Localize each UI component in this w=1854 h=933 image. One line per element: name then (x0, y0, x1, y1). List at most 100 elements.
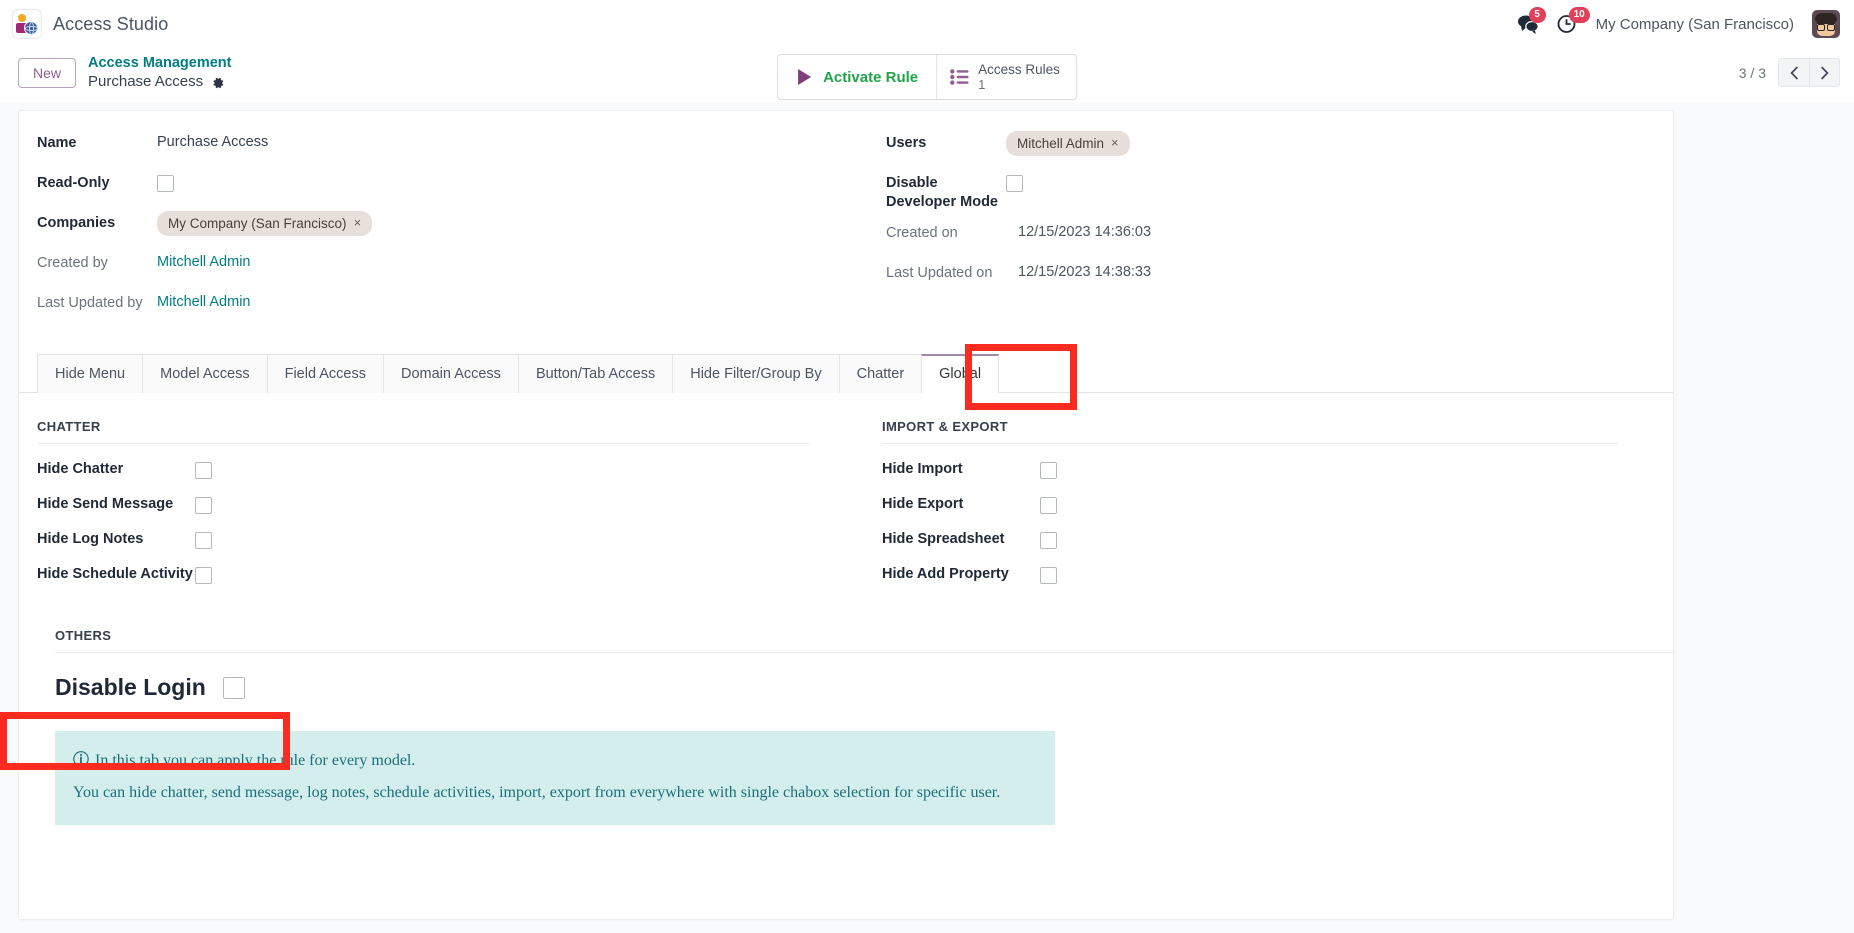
field-last-updated-by-label: Last Updated by (37, 291, 157, 314)
users-tag-label: Mitchell Admin (1017, 134, 1104, 154)
alert-line-1: ⓘ In this tab you can apply the rule for … (73, 745, 1037, 777)
alert-line-2: You can hide chatter, send message, log … (73, 777, 1037, 809)
disable-login-checkbox[interactable] (223, 677, 245, 699)
form-column-right: Users Mitchell Admin × Disable Developer… (846, 127, 1655, 327)
field-hide-chatter: Hide Chatter (37, 458, 810, 493)
hide-add-property-checkbox[interactable] (1040, 567, 1057, 584)
alert-text-1: In this tab you can apply the rule for e… (95, 752, 415, 769)
notebook-tabs: Hide Menu Model Access Field Access Doma… (19, 353, 1673, 393)
created-on-value: 12/15/2023 14:36:03 (1018, 221, 1151, 240)
chevron-right-icon (1820, 66, 1829, 80)
access-rules-stat-button[interactable]: Access Rules 1 (937, 55, 1076, 99)
tab-chatter[interactable]: Chatter (839, 354, 923, 393)
form-column-left: Name Purchase Access Read-Only Companies… (37, 127, 846, 327)
hide-send-message-checkbox[interactable] (195, 497, 212, 514)
hide-spreadsheet-label: Hide Spreadsheet (882, 528, 1040, 547)
hide-import-checkbox[interactable] (1040, 462, 1057, 479)
tab-model-access[interactable]: Model Access (142, 354, 267, 393)
field-read-only-label: Read-Only (37, 171, 157, 194)
app-title: Access Studio (53, 14, 168, 35)
breadcrumb-parent-link[interactable]: Access Management (88, 54, 231, 72)
hide-add-property-label: Hide Add Property (882, 563, 1040, 582)
companies-tag[interactable]: My Company (San Francisco) × (157, 211, 372, 237)
messages-button[interactable]: 5 (1517, 14, 1539, 34)
hide-log-notes-checkbox[interactable] (195, 532, 212, 549)
tab-field-access[interactable]: Field Access (267, 354, 384, 393)
navbar-right: 5 10 My Company (San Francisco) (1517, 10, 1840, 38)
hide-import-label: Hide Import (882, 458, 1040, 477)
last-updated-by-value[interactable]: Mitchell Admin (157, 291, 250, 310)
tab-hide-filter-group-by[interactable]: Hide Filter/Group By (672, 354, 839, 393)
activate-rule-button[interactable]: Activate Rule (778, 55, 937, 99)
tab-button-tab-access[interactable]: Button/Tab Access (518, 354, 673, 393)
field-hide-send-message: Hide Send Message (37, 493, 810, 528)
others-section-title: OTHERS (55, 628, 1675, 653)
pager-next-button[interactable] (1809, 58, 1840, 87)
last-updated-on-value: 12/15/2023 14:38:33 (1018, 261, 1151, 280)
field-disable-developer-mode: Disable Developer Mode (886, 167, 1625, 217)
companies-tag-remove-icon[interactable]: × (354, 214, 362, 233)
field-companies-label: Companies (37, 211, 157, 234)
field-name: Name Purchase Access (37, 127, 816, 167)
hide-export-checkbox[interactable] (1040, 497, 1057, 514)
hide-chatter-checkbox[interactable] (195, 462, 212, 479)
play-icon (796, 68, 813, 86)
gear-icon[interactable] (211, 76, 225, 90)
disable-developer-mode-checkbox[interactable] (1006, 175, 1023, 192)
hide-send-message-label: Hide Send Message (37, 493, 195, 512)
companies-tag-label: My Company (San Francisco) (168, 214, 347, 234)
activities-badge: 10 (1569, 7, 1590, 23)
hide-export-label: Hide Export (882, 493, 1040, 512)
field-created-by-label: Created by (37, 251, 157, 274)
import-export-section: IMPORT & EXPORT Hide Import Hide Export … (846, 419, 1655, 598)
created-by-value[interactable]: Mitchell Admin (157, 251, 250, 270)
info-alert: ⓘ In this tab you can apply the rule for … (55, 731, 1055, 825)
pager-previous-button[interactable] (1778, 58, 1809, 87)
tab-domain-access[interactable]: Domain Access (383, 354, 519, 393)
button-group: Activate Rule Access Rules 1 (777, 54, 1077, 100)
field-read-only: Read-Only (37, 167, 816, 207)
field-name-value[interactable]: Purchase Access (157, 131, 268, 150)
users-tag-remove-icon[interactable]: × (1111, 134, 1119, 153)
field-disable-login: Disable Login (55, 669, 1637, 707)
hide-chatter-label: Hide Chatter (37, 458, 195, 477)
company-menu[interactable]: My Company (San Francisco) (1596, 16, 1794, 33)
others-section: OTHERS Disable Login (37, 598, 1655, 707)
activate-rule-label: Activate Rule (823, 69, 918, 86)
field-users-label: Users (886, 131, 1006, 154)
field-companies: Companies My Company (San Francisco) × (37, 207, 816, 247)
access-studio-logo-icon (12, 9, 42, 39)
tab-global[interactable]: Global (921, 354, 999, 393)
tab-hide-menu[interactable]: Hide Menu (37, 354, 143, 393)
avatar[interactable] (1812, 10, 1840, 38)
chatter-section-title: CHATTER (37, 419, 810, 444)
breadcrumb: Access Management Purchase Access (88, 54, 231, 92)
hide-schedule-activity-checkbox[interactable] (195, 567, 212, 584)
global-tab-pane: CHATTER Hide Chatter Hide Send Message H… (19, 393, 1673, 825)
form-sheet: Name Purchase Access Read-Only Companies… (18, 110, 1674, 920)
disable-login-label: Disable Login (55, 674, 206, 701)
record-title: Purchase Access (88, 73, 203, 92)
field-last-updated-on-label: Last Updated on (886, 261, 1018, 284)
list-icon (950, 69, 969, 85)
pager: 3 / 3 (1739, 54, 1840, 87)
field-created-on-label: Created on (886, 221, 1018, 244)
notebook: Hide Menu Model Access Field Access Doma… (19, 353, 1673, 825)
hide-spreadsheet-checkbox[interactable] (1040, 532, 1057, 549)
access-rules-label: Access Rules (978, 62, 1060, 78)
field-hide-log-notes: Hide Log Notes (37, 528, 810, 563)
brand[interactable]: Access Studio (12, 9, 168, 39)
users-tag[interactable]: Mitchell Admin × (1006, 131, 1130, 157)
pager-count: 3 / 3 (1739, 65, 1766, 81)
field-users: Users Mitchell Admin × (886, 127, 1625, 167)
hide-schedule-activity-label: Hide Schedule Activity (37, 563, 195, 582)
field-disable-developer-mode-label: Disable Developer Mode (886, 171, 1006, 213)
access-rules-count: 1 (978, 78, 1060, 93)
info-icon: ⓘ (73, 752, 89, 769)
import-export-section-title: IMPORT & EXPORT (882, 419, 1619, 444)
read-only-checkbox[interactable] (157, 175, 174, 192)
activities-button[interactable]: 10 (1557, 14, 1578, 34)
new-button[interactable]: New (18, 58, 76, 89)
chevron-left-icon (1790, 66, 1799, 80)
control-panel-left: New Access Management Purchase Access (18, 54, 231, 92)
